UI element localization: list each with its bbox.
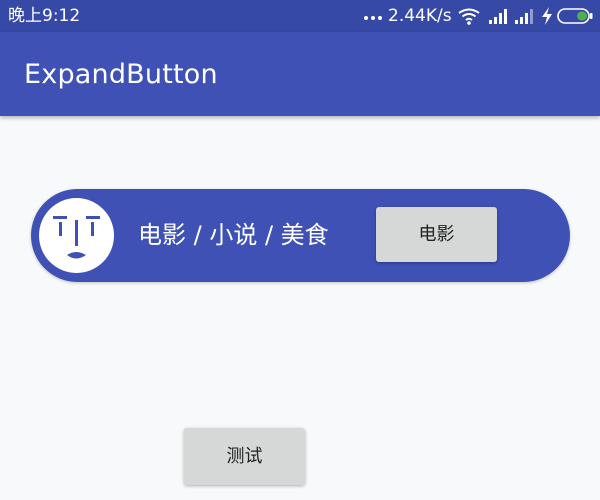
face-icon [53, 216, 100, 259]
more-icon [364, 16, 382, 20]
status-time: 晚上9:12 [8, 6, 81, 26]
signal-icon [489, 9, 507, 24]
selected-category-button[interactable]: 电影 [376, 207, 497, 262]
categories-label: 电影 / 小说 / 美食 [138, 221, 329, 249]
wifi-icon [458, 8, 480, 25]
battery-icon [557, 8, 593, 24]
avatar[interactable] [39, 198, 114, 273]
expand-button[interactable]: 电影 / 小说 / 美食 电影 [31, 189, 570, 282]
network-speed: 2.44K/s [388, 6, 452, 26]
charging-icon [542, 7, 552, 25]
test-button[interactable]: 测试 [184, 428, 305, 485]
status-bar: 晚上9:12 2.44K/s [0, 0, 600, 32]
signal-icon [515, 9, 533, 24]
toolbar-title: ExpandButton [24, 59, 218, 90]
toolbar: ExpandButton [0, 32, 600, 116]
